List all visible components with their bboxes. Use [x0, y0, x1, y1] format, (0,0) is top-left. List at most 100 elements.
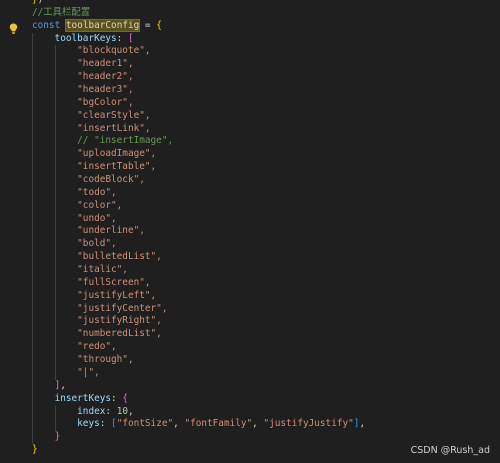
- code-line[interactable]: }): [32, 0, 500, 7]
- indent-guide: [32, 148, 33, 162]
- indent-guide: [32, 212, 33, 226]
- indent-guide: [32, 328, 33, 342]
- code-line[interactable]: "justifyCenter",: [32, 302, 500, 316]
- code-line[interactable]: // "insertImage",: [32, 135, 500, 149]
- editor-gutter: [0, 0, 26, 463]
- string-token: "insertLink",: [77, 122, 151, 134]
- code-line[interactable]: "uploadImage",: [32, 148, 500, 162]
- string-token: "bulletedList",: [77, 251, 162, 263]
- lightbulb-icon[interactable]: [9, 23, 18, 34]
- code-line[interactable]: index: 10,: [32, 405, 500, 419]
- indent-guide: [32, 96, 33, 110]
- code-line[interactable]: "color",: [32, 199, 500, 213]
- code-line[interactable]: "justifyLeft",: [32, 289, 500, 303]
- code-line[interactable]: "italic",: [32, 264, 500, 277]
- watermark: CSDN @Rush_ad: [410, 445, 490, 456]
- indent-guide: [54, 405, 56, 419]
- indent-guide: [54, 418, 56, 432]
- code-line[interactable]: "|",: [32, 366, 500, 380]
- indent-guide: [54, 148, 56, 162]
- string-token: "codeBlock",: [77, 174, 145, 186]
- indent-guide: [54, 354, 56, 367]
- code-line[interactable]: toolbarKeys: [: [32, 32, 500, 46]
- selected-identifier: toolbarConfig: [64, 18, 141, 32]
- code-line[interactable]: insertKeys: {: [32, 392, 500, 406]
- code-line[interactable]: "bgColor",: [32, 96, 500, 110]
- code-area[interactable]: })//工具栏配置const toolbarConfig = { toolbar…: [32, 0, 500, 457]
- indent-guide: [32, 392, 33, 406]
- code-line[interactable]: "insertTable",: [32, 161, 500, 175]
- indent-guide: [32, 238, 33, 252]
- indent-guide: [32, 45, 33, 59]
- code-line[interactable]: "clearStyle",: [32, 109, 500, 123]
- string-token: "color",: [77, 199, 123, 211]
- code-line[interactable]: "through",: [32, 354, 500, 367]
- indent-guide: [32, 58, 33, 72]
- code-line[interactable]: "insertLink",: [32, 122, 500, 136]
- indent-guide: [32, 431, 33, 445]
- indent-guide: [32, 289, 33, 303]
- indent-guide: [54, 71, 56, 85]
- string-token: "fontSize": [116, 418, 174, 430]
- indent-guide: [32, 32, 33, 46]
- indent-guide: [32, 405, 33, 419]
- indent-guide: [32, 122, 33, 136]
- code-line[interactable]: "header2",: [32, 71, 500, 85]
- indent-guide: [32, 84, 33, 97]
- property-token: insertKeys: [54, 392, 112, 404]
- indent-guide: [32, 276, 33, 290]
- indent-guide: [54, 212, 56, 226]
- code-line[interactable]: //工具栏配置: [32, 7, 500, 20]
- code-line[interactable]: "bulletedList",: [32, 251, 500, 265]
- indent-guide: [54, 289, 56, 303]
- string-token: "redo",: [77, 341, 117, 353]
- code-line[interactable]: "fullScreen",: [32, 276, 500, 290]
- code-line[interactable]: "redo",: [32, 341, 500, 355]
- indent-guide: [54, 122, 56, 136]
- code-line[interactable]: "bold",: [32, 238, 500, 252]
- code-line[interactable]: "todo",: [32, 186, 500, 200]
- number-token: 10: [116, 405, 128, 417]
- keyword-token: const: [32, 19, 61, 31]
- indent-guide: [32, 161, 33, 175]
- code-line[interactable]: "codeBlock",: [32, 174, 500, 187]
- indent-guide: [32, 354, 33, 367]
- code-line[interactable]: ],: [32, 379, 500, 393]
- indent-guide: [32, 418, 33, 432]
- code-line[interactable]: "numberedList",: [32, 328, 500, 342]
- code-line[interactable]: }: [32, 431, 500, 445]
- string-token: "blockquote",: [77, 45, 151, 57]
- code-line[interactable]: "header1",: [32, 58, 500, 72]
- string-token: "justifyLeft",: [77, 289, 157, 301]
- property-token: index: [77, 405, 106, 417]
- indent-guide: [54, 264, 56, 277]
- code-line[interactable]: "underline",: [32, 225, 500, 239]
- code-line[interactable]: "header3",: [32, 84, 500, 97]
- string-token: "clearStyle",: [77, 109, 151, 121]
- string-token: "todo",: [77, 186, 117, 198]
- code-line[interactable]: "blockquote",: [32, 45, 500, 59]
- string-token: "header1",: [77, 58, 134, 70]
- indent-guide: [54, 315, 56, 329]
- string-token: "uploadImage",: [77, 148, 157, 160]
- code-editor[interactable]: })//工具栏配置const toolbarConfig = { toolbar…: [0, 0, 500, 463]
- string-token: "justifyRight",: [77, 315, 162, 327]
- indent-guide: [32, 366, 33, 380]
- indent-guide: [54, 96, 56, 110]
- code-line[interactable]: keys: ["fontSize", "fontFamily", "justif…: [32, 418, 500, 432]
- indent-guide: [54, 251, 56, 265]
- indent-guide: [32, 174, 33, 187]
- string-token: "underline",: [77, 225, 145, 237]
- code-line[interactable]: "justifyRight",: [32, 315, 500, 329]
- indent-guide: [54, 199, 56, 213]
- string-token: "undo",: [77, 212, 117, 224]
- code-line[interactable]: "undo",: [32, 212, 500, 226]
- string-token: "fullScreen",: [77, 276, 151, 288]
- string-token: "justifyCenter",: [77, 302, 168, 314]
- code-line[interactable]: const toolbarConfig = {: [32, 18, 500, 33]
- indent-guide: [54, 45, 56, 59]
- indent-guide: [54, 84, 56, 97]
- indent-guide: [54, 302, 56, 316]
- indent-guide: [32, 379, 33, 393]
- indent-guide: [54, 225, 56, 239]
